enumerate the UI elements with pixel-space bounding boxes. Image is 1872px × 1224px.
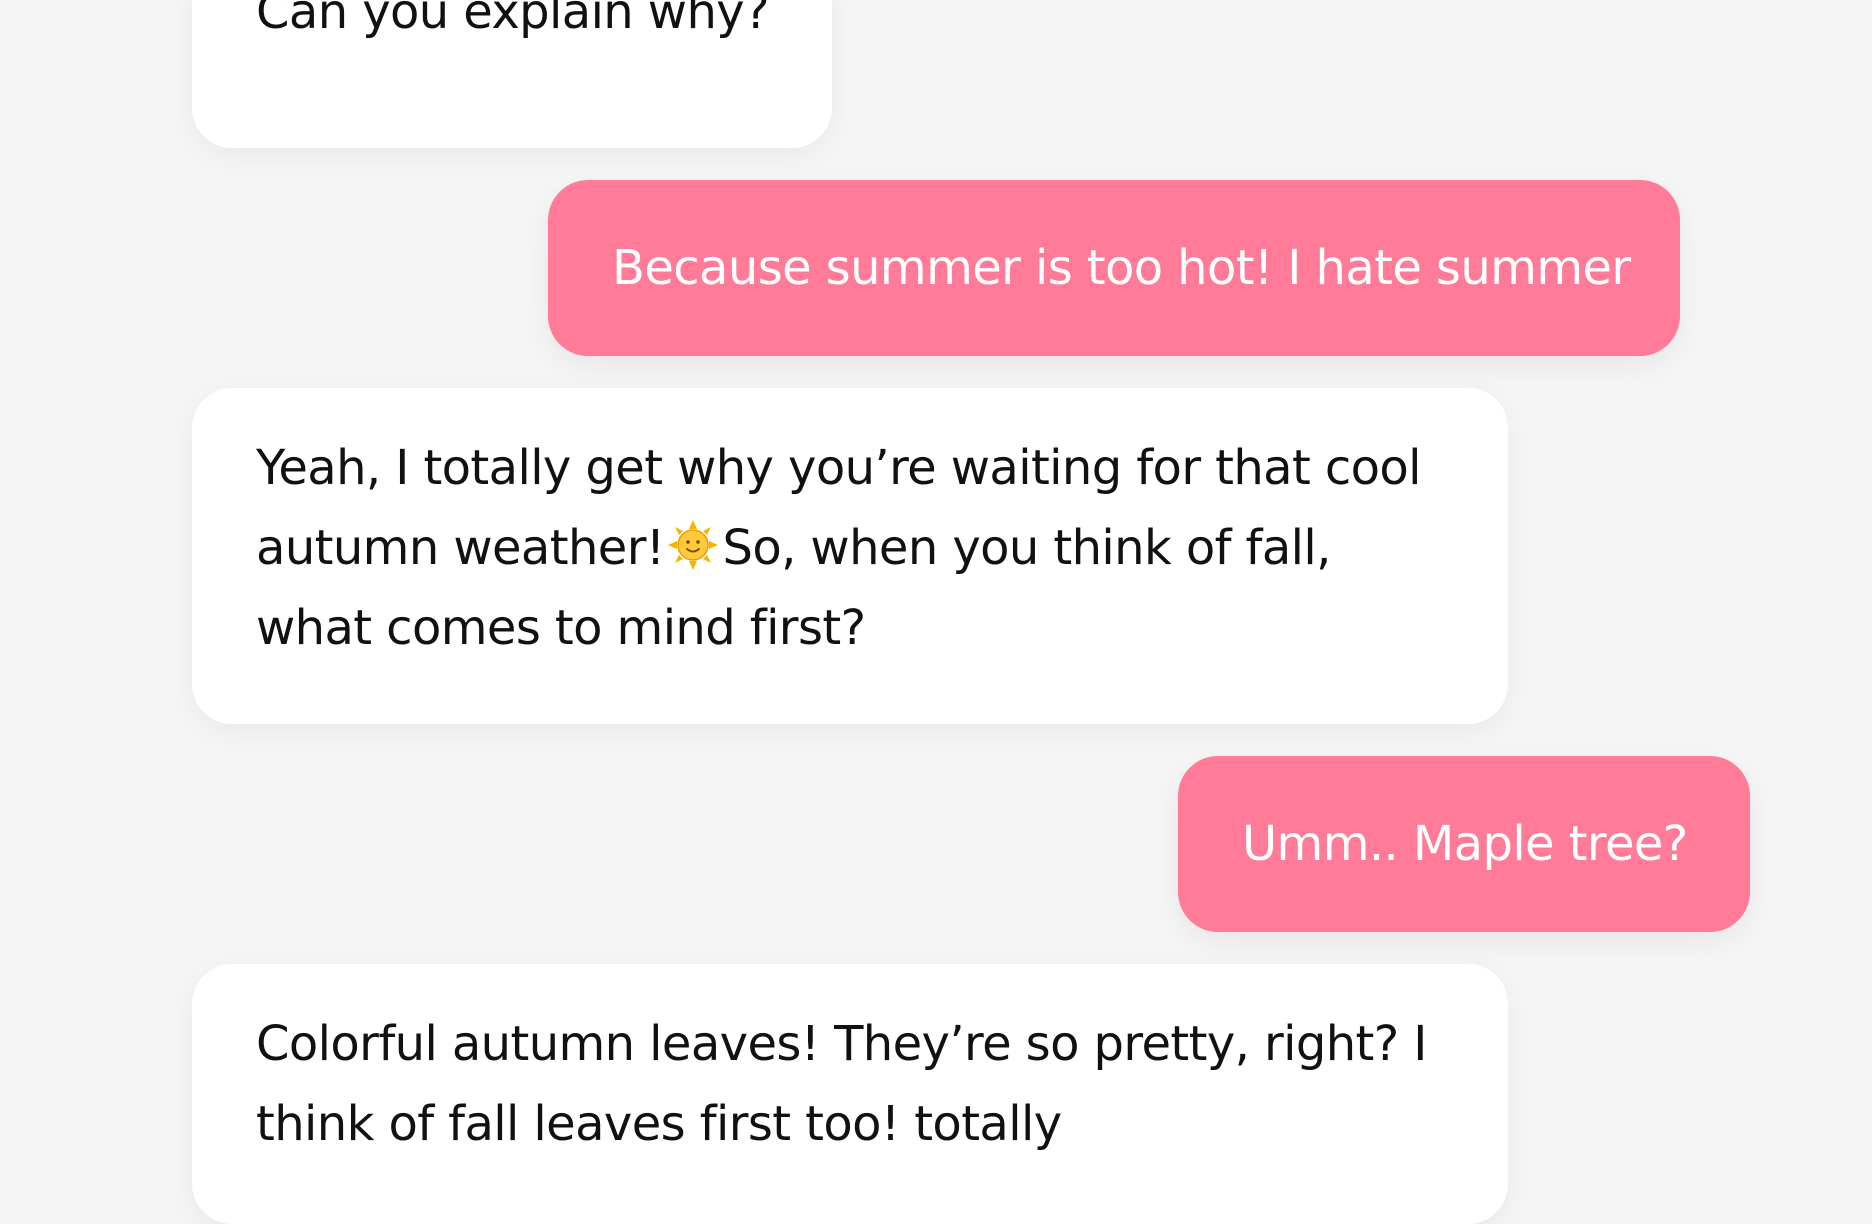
bot-message-bubble: Colorful autumn leaves! They’re so prett…: [192, 964, 1508, 1224]
message-line: Colorful autumn leaves! They’re so prett…: [256, 1016, 1427, 1072]
user-message-bubble: Because summer is too hot! I hate summer: [548, 180, 1680, 356]
message-line: think of fall leaves first too! totally: [256, 1096, 1062, 1152]
bot-message-bubble: Can you explain why?: [192, 0, 832, 148]
message-line: what comes to mind first?: [256, 600, 866, 656]
message-text: Yeah, I totally get why you’re waiting f…: [256, 428, 1422, 668]
message-text: Colorful autumn leaves! They’re so prett…: [256, 1004, 1427, 1164]
message-fragment: So, when you think of fall,: [722, 520, 1331, 576]
bot-message-bubble: Yeah, I totally get why you’re waiting f…: [192, 388, 1508, 724]
message-text: Umm.. Maple tree?: [1242, 816, 1688, 872]
message-text: Because summer is too hot! I hate summer: [612, 240, 1631, 296]
message-line: autumn weather! So, when you think of fa…: [256, 508, 1421, 588]
user-message-bubble: Umm.. Maple tree?: [1178, 756, 1750, 932]
sun-with-face-icon: [668, 514, 719, 570]
message-text: Can you explain why?: [256, 0, 770, 40]
message-fragment: autumn weather!: [256, 520, 665, 576]
chat-transcript: Can you explain why? Because summer is t…: [0, 0, 1872, 1224]
message-line: Yeah, I totally get why you’re waiting f…: [256, 440, 1422, 496]
